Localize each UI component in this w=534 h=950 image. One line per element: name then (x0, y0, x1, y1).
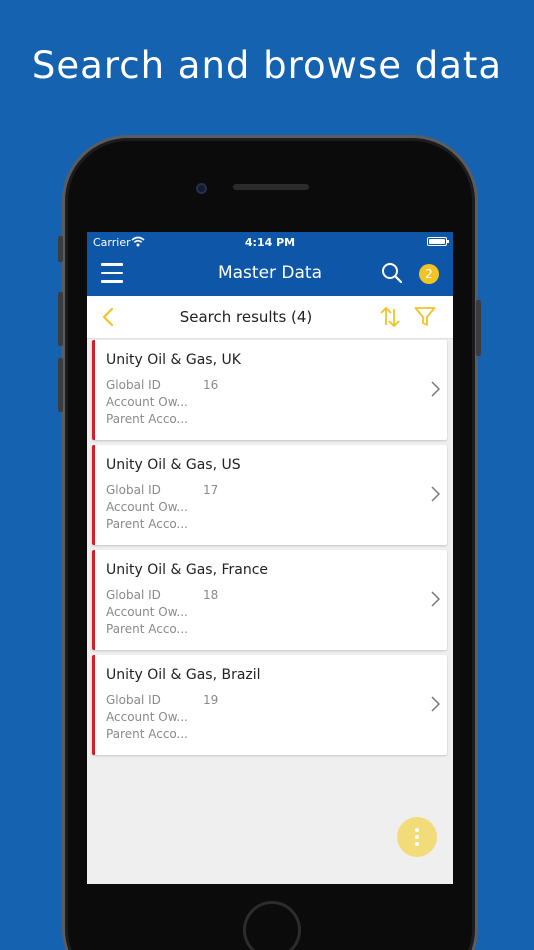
result-title: Unity Oil & Gas, US (106, 457, 241, 473)
field-label: Account Ow... (106, 500, 188, 514)
chevron-right-icon (431, 486, 440, 502)
result-card[interactable]: Unity Oil & Gas, France Global ID 18 Acc… (92, 550, 447, 650)
results-title: Search results (4) (179, 308, 313, 326)
mute-switch (58, 236, 63, 262)
result-title: Unity Oil & Gas, UK (106, 352, 241, 368)
field-value: 19 (203, 693, 219, 707)
earpiece-speaker (233, 184, 309, 190)
notification-badge[interactable]: 2 (419, 264, 439, 284)
field-value: 18 (203, 588, 219, 602)
field-value: 16 (203, 378, 219, 392)
field-label: Parent Acco... (106, 517, 188, 531)
field-label: Account Ow... (106, 605, 188, 619)
search-icon[interactable] (381, 262, 403, 284)
field-label: Global ID (106, 483, 161, 497)
field-label: Global ID (106, 588, 161, 602)
field-value: 17 (203, 483, 219, 497)
result-title: Unity Oil & Gas, Brazil (106, 667, 261, 683)
field-label: Parent Acco... (106, 622, 188, 636)
field-label: Parent Acco... (106, 412, 188, 426)
volume-down-button (58, 358, 63, 412)
field-label: Global ID (106, 693, 161, 707)
more-vertical-icon[interactable] (397, 817, 437, 857)
result-card[interactable]: Unity Oil & Gas, Brazil Global ID 19 Acc… (92, 655, 447, 755)
result-title: Unity Oil & Gas, France (106, 562, 269, 578)
status-time: 4:14 PM (244, 236, 296, 249)
field-label: Account Ow... (106, 395, 188, 409)
field-label: Parent Acco... (106, 727, 188, 741)
navigation-bar: Master Data 2 (87, 252, 453, 296)
battery-icon (427, 237, 449, 246)
result-card[interactable]: Unity Oil & Gas, US Global ID 17 Account… (92, 445, 447, 545)
result-card[interactable]: Unity Oil & Gas, UK Global ID 16 Account… (92, 340, 447, 440)
app-screen: Carrier 4:14 PM Master Data 2 Search res… (87, 232, 453, 884)
promo-headline: Search and browse data (31, 44, 503, 87)
chevron-right-icon (431, 696, 440, 712)
home-button[interactable] (243, 901, 301, 950)
chevron-right-icon (431, 591, 440, 607)
status-bar: Carrier 4:14 PM (87, 232, 453, 252)
field-label: Global ID (106, 378, 161, 392)
filter-icon[interactable] (414, 306, 436, 328)
front-camera (196, 183, 207, 194)
chevron-right-icon (431, 381, 440, 397)
results-toolbar: Search results (4) (87, 296, 453, 339)
power-button (476, 300, 481, 356)
sort-icon[interactable] (379, 305, 401, 329)
field-label: Account Ow... (106, 710, 188, 724)
volume-up-button (58, 292, 63, 346)
